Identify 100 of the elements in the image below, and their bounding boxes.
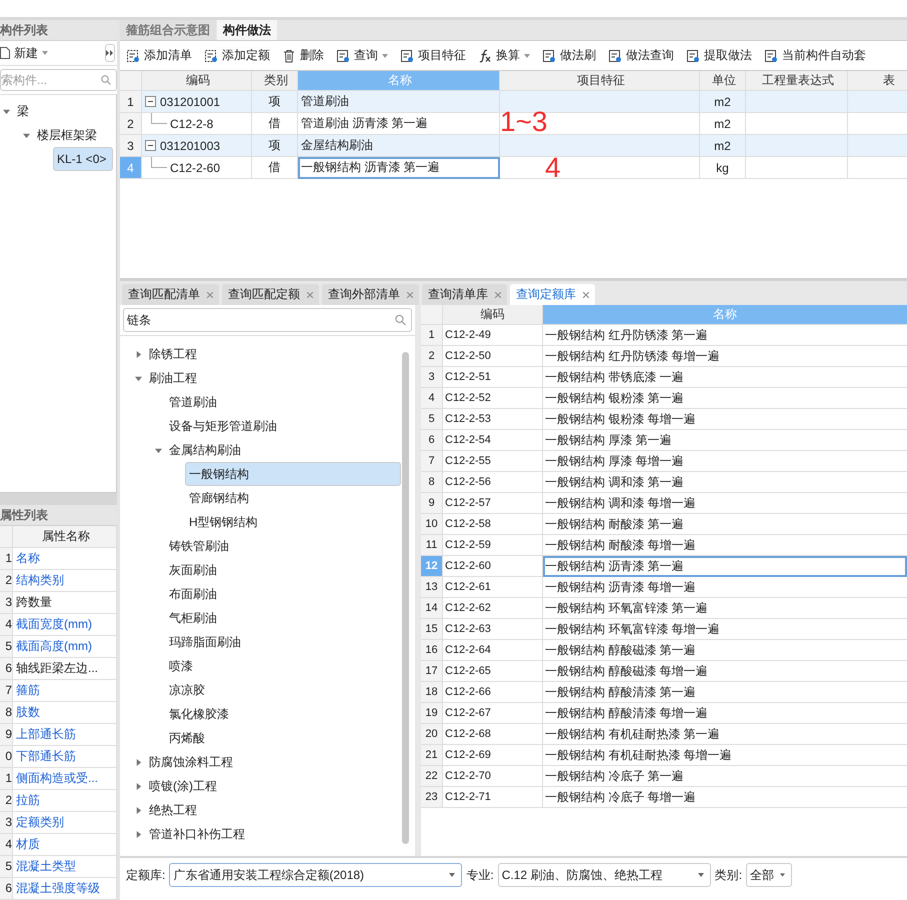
code-text: C12-2-60	[170, 160, 220, 174]
tree-item[interactable]: 凉凉胶	[165, 680, 209, 700]
toolbar-button[interactable]: 换算	[478, 47, 530, 64]
tree-item[interactable]: 丙烯酸	[165, 728, 209, 748]
tree-line	[151, 157, 167, 168]
row-number: 5	[0, 636, 13, 657]
tree-item[interactable]: 布面刷油	[165, 584, 221, 604]
table-cell: 项	[252, 135, 298, 157]
caret-icon	[382, 54, 388, 58]
row-number: 8	[421, 472, 443, 493]
toolbar-button[interactable]: 提取做法	[686, 47, 752, 64]
row-number: 6	[0, 878, 13, 899]
scrollbar[interactable]	[402, 352, 409, 844]
row-number: 17	[421, 661, 443, 682]
toolbar-button[interactable]: 做法刷	[542, 47, 596, 64]
collapsed-arrow-icon[interactable]	[135, 758, 142, 766]
specialty-dropdown[interactable]: C.12 刷油、防腐蚀、绝热工程	[498, 863, 711, 887]
property-name: 结构类别	[13, 570, 117, 591]
property-name: 跨数量	[13, 592, 117, 613]
tree-item[interactable]: 设备与矩形管道刷油	[165, 416, 281, 436]
tree-item[interactable]: 玛蹄脂面刷油	[165, 632, 245, 652]
table-cell: C12-2-61	[443, 577, 543, 598]
tree-item[interactable]: 绝热工程	[145, 800, 201, 820]
caret-icon	[524, 54, 530, 58]
table-cell: 管道刷油	[298, 91, 500, 113]
property-name: 名称	[13, 548, 117, 569]
tree-item[interactable]: 喷镀(涂)工程	[145, 776, 221, 796]
field-label: 专业:	[466, 866, 494, 884]
collapse-icon[interactable]	[145, 96, 156, 107]
tab[interactable]: 构件做法	[217, 20, 277, 40]
property-name: 截面宽度(mm)	[13, 614, 117, 635]
tree-item[interactable]: 刷油工程	[145, 368, 201, 388]
property-name: 下部通长筋	[13, 746, 117, 767]
row-number: 1	[0, 768, 13, 789]
expanded-arrow-icon[interactable]	[155, 446, 162, 454]
code-text: 031201001	[160, 94, 220, 108]
row-number: 1	[0, 548, 13, 569]
tree-item[interactable]: 气柜刷油	[165, 608, 221, 628]
tab[interactable]: 查询定额库	[510, 284, 595, 305]
toolbar-button[interactable]: 添加清单	[126, 47, 192, 64]
tree-item[interactable]: H型钢钢结构	[185, 512, 262, 532]
tab[interactable]: 查询清单库	[422, 284, 507, 305]
tree-item[interactable]: 氯化橡胶漆	[165, 704, 233, 724]
tree-item[interactable]: 一般钢结构	[185, 462, 401, 486]
close-icon[interactable]	[307, 292, 313, 298]
close-icon[interactable]	[495, 292, 501, 298]
tab[interactable]: 查询匹配定额	[222, 284, 319, 305]
close-icon[interactable]	[583, 292, 589, 298]
row-number: 10	[421, 514, 443, 535]
table-cell: C12-2-57	[443, 493, 543, 514]
row-number: 19	[421, 703, 443, 724]
property-name: 肢数	[13, 702, 117, 723]
tree-item[interactable]: 管道刷油	[165, 392, 221, 412]
tree-item[interactable]: 管廊钢结构	[185, 488, 253, 508]
toolbar-button[interactable]: 删除	[282, 47, 324, 64]
tree-item[interactable]: 喷漆	[165, 656, 197, 676]
tab[interactable]: 查询外部清单	[322, 284, 419, 305]
tab[interactable]: 查询匹配清单	[122, 284, 219, 305]
collapse-icon[interactable]	[145, 140, 156, 151]
table-cell: C12-2-49	[443, 325, 543, 346]
table-cell: 一般钢结构 厚漆 每增一遍	[543, 451, 907, 472]
row-number: 3	[120, 135, 142, 157]
row-number: 4	[421, 388, 443, 409]
table-cell: C12-2-70	[443, 766, 543, 787]
toolbar-button[interactable]: 查询	[336, 47, 388, 64]
collapsed-arrow-icon[interactable]	[135, 350, 142, 358]
toolbar-button[interactable]: 添加定额	[204, 47, 270, 64]
toolbar-button[interactable]: 当前构件自动套	[764, 47, 866, 64]
toolbar-button[interactable]: 做法查询	[608, 47, 674, 64]
row-number: 5	[421, 409, 443, 430]
search-field[interactable]: 链条	[123, 308, 412, 332]
expanded-arrow-icon[interactable]	[23, 132, 30, 138]
expand-button[interactable]	[105, 44, 115, 62]
row-number: 7	[421, 451, 443, 472]
close-icon[interactable]	[407, 292, 413, 298]
tree-item[interactable]: 防腐蚀涂料工程	[145, 752, 237, 772]
annotation-text: 1~3	[500, 107, 548, 137]
tree-item[interactable]: KL-1 <0>	[53, 147, 114, 171]
collapsed-arrow-icon[interactable]	[135, 782, 142, 790]
expanded-arrow-icon[interactable]	[3, 108, 10, 114]
tree-item[interactable]: 梁	[13, 100, 33, 122]
tree-item[interactable]: 管道补口补伤工程	[145, 824, 249, 844]
tree-item[interactable]: 灰面刷油	[165, 560, 221, 580]
new-button[interactable]: 新建	[0, 44, 48, 62]
table-cell: 一般钢结构 带锈底漆 一遍	[543, 367, 907, 388]
collapsed-arrow-icon[interactable]	[135, 830, 142, 838]
expanded-arrow-icon[interactable]	[135, 374, 142, 382]
close-icon[interactable]	[207, 292, 213, 298]
table-cell: C12-2-63	[443, 619, 543, 640]
row-number: 16	[421, 640, 443, 661]
row-number: 3	[0, 592, 13, 613]
collapsed-arrow-icon[interactable]	[135, 806, 142, 814]
library-dropdown[interactable]: 广东省通用安装工程综合定额(2018)	[169, 863, 462, 887]
toolbar-button[interactable]: 项目特征	[400, 47, 466, 64]
tree-item[interactable]: 除锈工程	[145, 344, 201, 364]
tree-item[interactable]: 楼层框架梁	[33, 124, 101, 146]
tree-item[interactable]: 铸铁管刷油	[165, 536, 233, 556]
search-field[interactable]: 索构件...	[0, 69, 117, 91]
category-dropdown[interactable]: 全部	[746, 863, 792, 887]
tree-item[interactable]: 金属结构刷油	[165, 440, 245, 460]
